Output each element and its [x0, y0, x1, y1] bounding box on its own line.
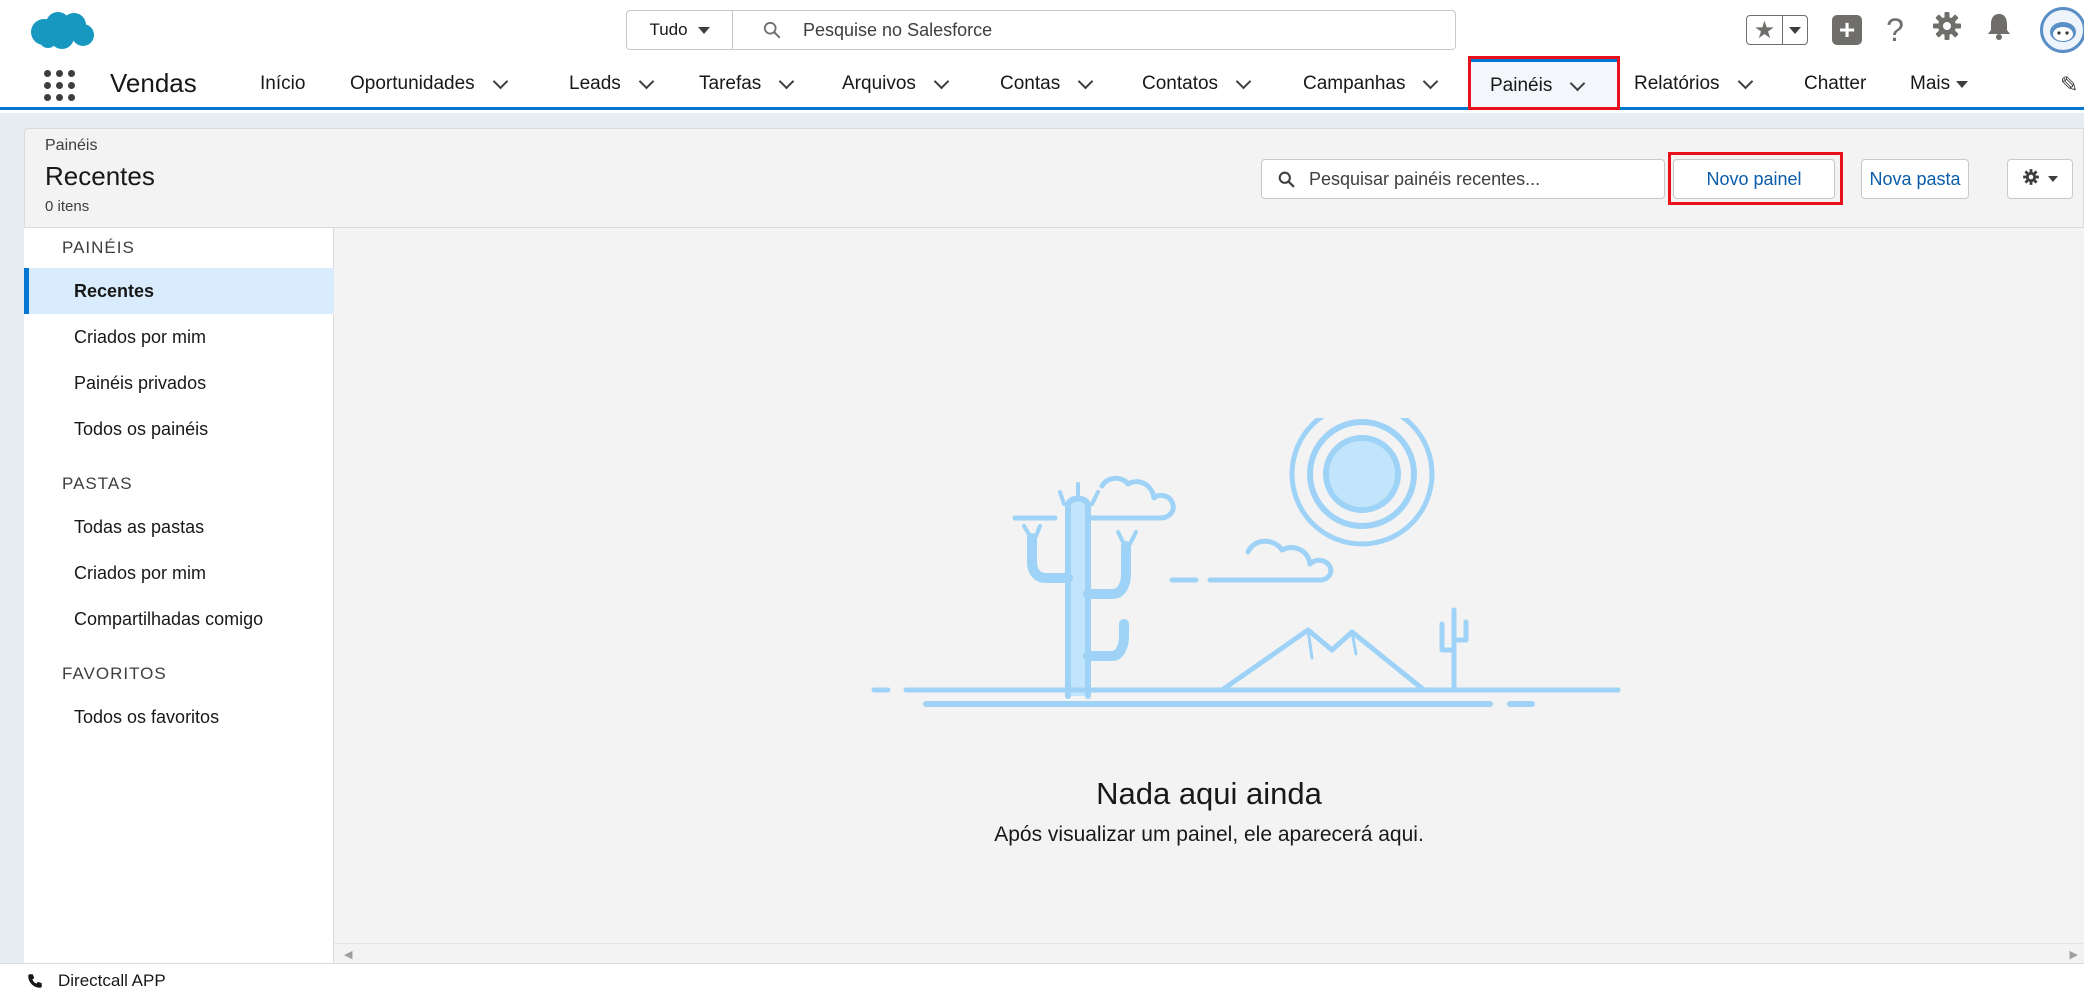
nav-item-label: Contatos — [1142, 73, 1219, 94]
bell-shape — [1988, 14, 2010, 40]
favorites-button[interactable]: ★ — [1746, 15, 1808, 45]
list-view-header: Painéis Recentes 0 itens Novo painel Nov… — [24, 128, 2084, 228]
sidebar-item-paineis-privados[interactable]: Painéis privados — [24, 360, 334, 406]
nav-item-leads[interactable]: Leads — [569, 58, 655, 110]
search-icon — [763, 21, 781, 39]
nav-item-contas[interactable]: Contas — [1000, 58, 1094, 110]
sidebar-item-pastas-criados-por-mim[interactable]: Criados por mim — [24, 550, 334, 596]
breadcrumb: Painéis — [45, 137, 98, 154]
main-content: Nada aqui ainda Após visualizar um paine… — [334, 228, 2084, 963]
sidebar-item-compartilhadas-comigo[interactable]: Compartilhadas comigo — [24, 596, 334, 642]
chevron-down-icon[interactable] — [1423, 73, 1439, 89]
nav-item-chatter[interactable]: Chatter — [1804, 58, 1866, 110]
nav-item-mais[interactable]: Mais — [1910, 58, 1969, 110]
nav-item-label: Oportunidades — [350, 73, 475, 94]
app-name: Vendas — [110, 68, 197, 98]
nav-item-relatorios[interactable]: Relatórios — [1634, 58, 1753, 110]
nav-item-inicio[interactable]: Início — [260, 58, 305, 110]
utility-bar: Directcall APP — [0, 963, 2084, 997]
gear-shape — [2023, 168, 2039, 185]
list-settings-button[interactable] — [2007, 159, 2073, 199]
sidebar-item-todos-os-favoritos[interactable]: Todos os favoritos — [24, 694, 334, 740]
search-scope-label: Tudo — [649, 20, 688, 39]
global-search-input[interactable] — [803, 19, 1403, 41]
empty-state-title: Nada aqui ainda — [1096, 776, 1322, 811]
sidebar-item-criados-por-mim[interactable]: Criados por mim — [24, 314, 334, 360]
search-icon — [1278, 171, 1295, 187]
chevron-down-icon[interactable] — [779, 73, 795, 89]
gear-icon[interactable] — [1928, 10, 1966, 50]
folder-sidebar: PAINÉIS Recentes Criados por mim Painéis… — [24, 228, 334, 963]
sidebar-item-todos-os-paineis[interactable]: Todos os painéis — [24, 406, 334, 452]
sidebar-item-recentes[interactable]: Recentes — [24, 268, 334, 314]
nav-item-label: Leads — [569, 73, 621, 94]
utility-item-directcall[interactable]: Directcall APP — [26, 971, 166, 991]
horizontal-scrollbar[interactable]: ◀ ▶ — [334, 943, 2084, 963]
bell-icon[interactable] — [1980, 11, 2018, 49]
help-icon[interactable]: ? — [1876, 12, 1914, 49]
favorites-menu-button[interactable] — [1783, 16, 1807, 44]
phone-icon — [28, 973, 42, 988]
nav-item-contatos[interactable]: Contatos — [1142, 58, 1252, 110]
nav-item-label: Campanhas — [1303, 73, 1406, 94]
page-title: Recentes — [45, 161, 155, 191]
nav-item-label: Chatter — [1804, 73, 1867, 94]
nav-item-oportunidades[interactable]: Oportunidades — [350, 58, 508, 110]
caret-down-icon — [2048, 176, 2058, 182]
nav-item-tarefas[interactable]: Tarefas — [699, 58, 795, 110]
avatar[interactable] — [2040, 7, 2084, 53]
chevron-down-icon[interactable] — [638, 73, 655, 89]
gear-icon — [2022, 168, 2040, 191]
caret-down-icon[interactable] — [1956, 80, 1969, 88]
salesforce-cloud-logo[interactable] — [26, 10, 98, 50]
caret-down-icon — [1789, 26, 1801, 34]
nav-item-label: Contas — [1000, 73, 1061, 94]
nav-item-label: Início — [260, 73, 306, 94]
chevron-down-icon[interactable] — [1737, 73, 1753, 89]
new-folder-button[interactable]: Nova pasta — [1861, 159, 1969, 199]
chevron-down-icon[interactable] — [1235, 73, 1252, 89]
sidebar-item-todas-as-pastas[interactable]: Todas as pastas — [24, 504, 334, 550]
nav-item-label: Arquivos — [842, 73, 916, 94]
nav-item-arquivos[interactable]: Arquivos — [842, 58, 950, 110]
gear-shape — [1933, 12, 1961, 40]
chevron-down-icon[interactable] — [933, 73, 950, 89]
list-search-input[interactable] — [1309, 168, 1649, 190]
star-icon[interactable]: ★ — [1747, 16, 1783, 44]
nav-item-paineis[interactable]: Painéis — [1470, 58, 1618, 110]
desert-illustration — [871, 418, 1621, 707]
scroll-right-icon[interactable]: ▶ — [2070, 948, 2078, 961]
scroll-left-icon[interactable]: ◀ — [344, 948, 352, 961]
edit-nav-icon[interactable]: ✎ — [2060, 72, 2078, 98]
item-count: 0 itens — [45, 198, 90, 215]
nav-item-campanhas[interactable]: Campanhas — [1303, 58, 1439, 110]
sidebar-section-title: PAINÉIS — [62, 238, 135, 257]
empty-state-subtitle: Após visualizar um painel, ele aparecerá… — [994, 823, 1424, 846]
search-field[interactable] — [733, 11, 1455, 49]
chevron-down-icon[interactable] — [1570, 75, 1586, 91]
caret-down-icon — [697, 26, 710, 34]
utility-item-label: Directcall APP — [58, 970, 166, 990]
new-dashboard-button[interactable]: Novo painel — [1673, 159, 1835, 199]
global-search: Tudo — [626, 10, 1456, 50]
plus-icon[interactable]: + — [1832, 15, 1862, 45]
sidebar-section-title: PASTAS — [62, 474, 133, 493]
nav-item-label: Mais — [1910, 73, 1951, 94]
nav-item-label: Tarefas — [699, 73, 762, 94]
nav-item-label: Painéis — [1490, 75, 1553, 96]
nav-item-label: Relatórios — [1634, 73, 1720, 94]
list-search[interactable] — [1261, 159, 1665, 199]
header-icons: ★ + ? — [1746, 7, 2084, 53]
sidebar-section-title: FAVORITOS — [62, 664, 167, 683]
app-launcher-icon[interactable] — [44, 70, 78, 101]
app-nav-bar: Vendas Início Oportunidades Leads Tarefa… — [0, 58, 2084, 110]
chevron-down-icon[interactable] — [1077, 73, 1094, 89]
global-header: Tudo ★ + ? — [0, 0, 2084, 58]
avatar-icon — [2050, 22, 2076, 42]
search-scope-dropdown[interactable]: Tudo — [627, 11, 733, 49]
chevron-down-icon[interactable] — [492, 73, 508, 89]
